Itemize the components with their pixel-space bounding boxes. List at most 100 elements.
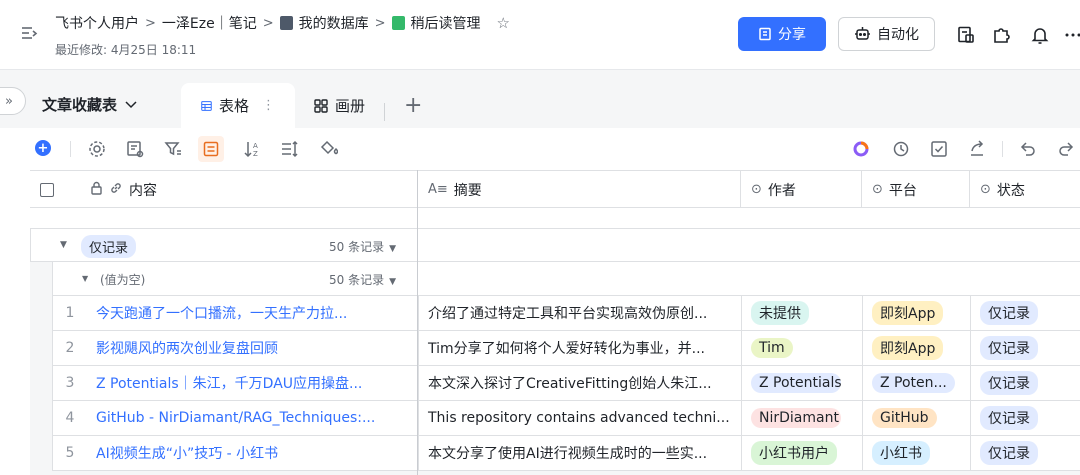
record-title-link[interactable]: Z Potentials｜朱江，千万DAU应用操盘...	[96, 373, 362, 393]
record-title-link[interactable]: 今天跑通了一个口播流，一天生产力拉...	[96, 303, 347, 323]
view-tabs-bar: » 文章收藏表 表格 ⋮ 画册 +	[0, 70, 1080, 128]
cell-platform[interactable]: GitHub	[863, 401, 971, 435]
cell-summary[interactable]: 介绍了通过特定工具和平台实现高效伪原创...	[419, 296, 742, 330]
cell-platform[interactable]: Z Poten...	[863, 366, 971, 400]
redo-icon[interactable]	[1056, 139, 1076, 159]
cell-author[interactable]: NirDiamant	[742, 401, 863, 435]
table-row[interactable]: 4 GitHub - NirDiamant/RAG_Techniques:... T…	[52, 401, 1080, 436]
cell-platform[interactable]: 即刻App	[863, 296, 971, 330]
group-label: 仅记录	[81, 235, 137, 258]
group-header-level1[interactable]: ▼ 仅记录 50 条记录 ▼	[30, 228, 1080, 262]
group-count-text: 50 条记录	[329, 273, 385, 287]
tab-more-icon[interactable]: ⋮	[262, 98, 275, 113]
template-icon[interactable]	[956, 25, 976, 45]
record-title-link[interactable]: AI视频生成“小”技巧 - 小红书	[96, 443, 278, 463]
cell-content[interactable]: GitHub - NirDiamant/RAG_Techniques:...	[87, 401, 419, 435]
tab-grid-view[interactable]: 表格 ⋮	[181, 83, 295, 128]
cell-content[interactable]: AI视频生成“小”技巧 - 小红书	[87, 436, 419, 470]
row-height-icon[interactable]	[280, 139, 300, 159]
table-row[interactable]: 1 今天跑通了一个口播流，一天生产力拉... 介绍了通过特定工具和平台实现高效伪原创…	[52, 296, 1080, 331]
cell-platform[interactable]: 即刻App	[863, 331, 971, 365]
sort-icon[interactable]: AZ	[243, 139, 263, 159]
cell-author[interactable]: Z Potentials	[742, 366, 863, 400]
ai-assistant-icon[interactable]	[851, 139, 871, 159]
cell-content[interactable]: 影视飓风的两次创业复盘回顾	[87, 331, 419, 365]
cell-status[interactable]: 仅记录	[971, 436, 1080, 470]
share-button[interactable]: 分享	[738, 17, 826, 51]
breadcrumb-item-current[interactable]: 稍后读管理	[411, 13, 481, 33]
cell-author[interactable]: 小红书用户	[742, 436, 863, 470]
breadcrumb-item-workspace[interactable]: 飞书个人用户	[55, 13, 139, 33]
group-count[interactable]: 50 条记录 ▼	[329, 238, 396, 255]
group-header-level2[interactable]: ▼ (值为空) 50 条记录 ▼	[52, 262, 1080, 296]
form-icon[interactable]	[929, 139, 949, 159]
add-view-button[interactable]: +	[404, 93, 422, 118]
cell-status[interactable]: 仅记录	[971, 401, 1080, 435]
bell-icon[interactable]	[1030, 25, 1050, 45]
plugin-icon[interactable]	[992, 25, 1012, 45]
cell-summary[interactable]: 本文深入探讨了CreativeFitting创始人朱江...	[419, 366, 742, 400]
record-title-link[interactable]: 影视飓风的两次创业复盘回顾	[96, 338, 278, 358]
history-icon[interactable]	[891, 139, 911, 159]
caret-down-icon[interactable]: ▼	[60, 240, 67, 250]
chevron-right-icon: >	[262, 15, 274, 31]
frozen-column-divider[interactable]	[417, 170, 418, 475]
column-header-author[interactable]: ⊙ 作者	[741, 171, 862, 208]
author-tag: NirDiamant	[751, 408, 841, 428]
breadcrumb-item-notebook[interactable]: 一泽Eze｜笔记	[162, 13, 257, 33]
author-tag: Tim	[751, 338, 793, 358]
group-button[interactable]	[198, 136, 224, 162]
export-icon[interactable]	[967, 139, 987, 159]
group-count[interactable]: 50 条记录 ▼	[329, 271, 396, 288]
breadcrumb-item-database[interactable]: 我的数据库	[299, 13, 369, 33]
table-row[interactable]: 3 Z Potentials｜朱江，千万DAU应用操盘... 本文深入探讨了Crea…	[52, 366, 1080, 401]
star-icon[interactable]: ☆	[497, 14, 510, 32]
summary-text: Tim分享了如何将个人爱好转化为事业，并...	[428, 341, 705, 357]
cell-summary[interactable]: This repository contains advanced techni…	[419, 401, 742, 435]
cell-author[interactable]: 未提供	[742, 296, 863, 330]
platform-tag: Z Poten...	[872, 373, 955, 393]
automation-button[interactable]: 自动化	[838, 17, 935, 51]
table-row[interactable]: 2 影视飓风的两次创业复盘回顾 Tim分享了如何将个人爱好转化为事业，并... Tim…	[52, 331, 1080, 366]
filter-icon[interactable]	[163, 139, 183, 159]
cell-summary[interactable]: Tim分享了如何将个人爱好转化为事业，并...	[419, 331, 742, 365]
content-panel: + AZ 内容 A≡ 摘要 ⊙ 作者 ⊙ 平台 ⊙ 状态 ▼ 仅记录 50 条记…	[12, 128, 1080, 475]
caret-down-icon[interactable]: ▼	[82, 274, 88, 283]
cell-status[interactable]: 仅记录	[971, 331, 1080, 365]
database-icon	[279, 16, 293, 30]
cell-author[interactable]: Tim	[742, 331, 863, 365]
add-record-button[interactable]: +	[35, 140, 51, 156]
menu-collapse-icon[interactable]	[20, 24, 38, 42]
cell-platform[interactable]: 小红书	[863, 436, 971, 470]
group-label: (值为空)	[100, 273, 146, 287]
fill-color-icon[interactable]	[318, 139, 338, 159]
column-header-summary[interactable]: A≡ 摘要	[418, 171, 741, 208]
cell-content[interactable]: Z Potentials｜朱江，千万DAU应用操盘...	[87, 366, 419, 400]
field-config-icon[interactable]	[125, 139, 145, 159]
expand-sidebar-button[interactable]: »	[0, 87, 26, 115]
summary-text: 本文深入探讨了CreativeFitting创始人朱江...	[428, 376, 712, 392]
settings-icon[interactable]	[87, 139, 107, 159]
cell-summary[interactable]: 本文分享了使用AI进行视频生成时的一些实...	[419, 436, 742, 470]
summary-text: 本文分享了使用AI进行视频生成时的一些实...	[428, 446, 708, 462]
status-tag: 仅记录	[980, 371, 1038, 395]
row-number: 1	[65, 305, 75, 321]
column-header-content[interactable]: 内容	[30, 171, 418, 208]
record-title-link[interactable]: GitHub - NirDiamant/RAG_Techniques:...	[96, 410, 375, 426]
status-tag: 仅记录	[980, 301, 1038, 325]
column-header-platform[interactable]: ⊙ 平台	[862, 171, 970, 208]
table-selector[interactable]: 文章收藏表	[42, 94, 137, 115]
select-all-checkbox[interactable]	[40, 182, 54, 197]
tab-gallery-view[interactable]: 画册	[294, 83, 385, 128]
cell-status[interactable]: 仅记录	[971, 366, 1080, 400]
column-header-status[interactable]: ⊙ 状态	[970, 171, 1080, 208]
undo-icon[interactable]	[1018, 139, 1038, 159]
group-count-text: 50 条记录	[329, 240, 385, 254]
more-icon[interactable]	[1064, 25, 1080, 45]
cell-status[interactable]: 仅记录	[971, 296, 1080, 330]
table-row[interactable]: 5 AI视频生成“小”技巧 - 小红书 本文分享了使用AI进行视频生成时的一些实..…	[52, 436, 1080, 471]
cell-content[interactable]: 今天跑通了一个口播流，一天生产力拉...	[87, 296, 419, 330]
last-modified: 最近修改: 4月25日 18:11	[55, 43, 197, 57]
gallery-view-icon	[314, 98, 328, 113]
top-bar: 飞书个人用户 > 一泽Eze｜笔记 > 我的数据库 > 稍后读管理 ☆ 最近修改…	[0, 0, 1080, 70]
